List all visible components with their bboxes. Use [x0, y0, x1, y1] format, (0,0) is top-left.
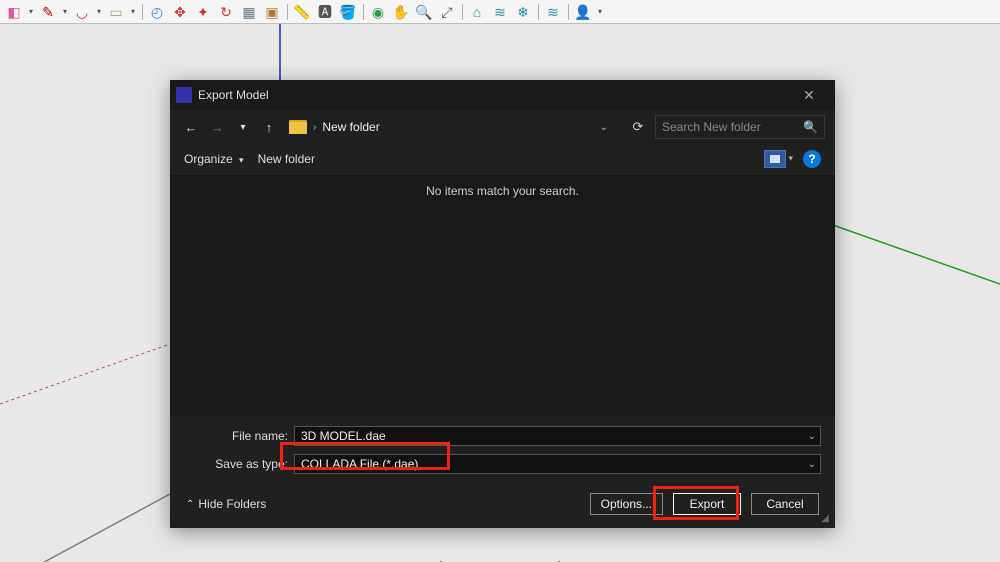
arc-icon[interactable]: ◡: [71, 1, 93, 23]
hand-icon[interactable]: ✋: [390, 1, 412, 23]
search-input[interactable]: Search New folder 🔍: [655, 115, 825, 139]
orbit-icon[interactable]: ◴: [146, 1, 168, 23]
sketchup-toolbar: ◧▾ ✎▾ ◡▾ ▭▾ ◴ ✥ ✦ ↻ ▦ ▣ 📏 🅰 🪣 ◉ ✋ 🔍 ⤢ ⌂ …: [0, 0, 1000, 24]
zoom-icon[interactable]: 🔍: [413, 1, 435, 23]
paint-icon[interactable]: 🪣: [337, 1, 359, 23]
chevron-down-icon[interactable]: ⌄: [808, 431, 816, 442]
saveas-type-select[interactable]: COLLADA File (*.dae) ⌄: [294, 454, 821, 474]
organize-button[interactable]: Organize ▾: [184, 152, 244, 166]
new-folder-button[interactable]: New folder: [258, 152, 315, 166]
view-mode-button[interactable]: ▾: [764, 150, 793, 168]
file-list-area: No items match your search.: [170, 174, 835, 416]
cancel-button[interactable]: Cancel: [751, 493, 819, 515]
path-breadcrumb[interactable]: › New folder ⌄: [284, 115, 621, 139]
dialog-title: Export Model: [198, 88, 269, 102]
refresh-button[interactable]: ⟳: [625, 119, 651, 135]
components-icon[interactable]: ❄: [512, 1, 534, 23]
options-button[interactable]: Options...: [590, 493, 663, 515]
toolbar-dropdown[interactable]: ▾: [26, 1, 36, 22]
rotate-icon[interactable]: ↻: [215, 1, 237, 23]
zoom-extents-icon[interactable]: ⤢: [436, 1, 458, 23]
breadcrumb-separator: ›: [313, 122, 316, 133]
search-icon: 🔍: [803, 120, 818, 134]
nav-up-button[interactable]: ↑: [258, 116, 280, 138]
offset-icon[interactable]: ▣: [261, 1, 283, 23]
filename-label: File name:: [184, 429, 294, 443]
move-icon[interactable]: ✦: [192, 1, 214, 23]
pan-icon[interactable]: ✥: [169, 1, 191, 23]
tape-icon[interactable]: 📏: [291, 1, 313, 23]
chevron-down-icon[interactable]: ⌄: [808, 459, 816, 470]
view-thumbnail-icon: [764, 150, 786, 168]
pencil-icon[interactable]: ✎: [37, 1, 59, 23]
help-button[interactable]: ?: [803, 150, 821, 168]
resize-grip[interactable]: ◢: [821, 513, 829, 524]
scale-icon[interactable]: ▦: [238, 1, 260, 23]
empty-state-message: No items match your search.: [426, 184, 579, 416]
toolbar-row: Organize ▾ New folder ▾ ?: [170, 144, 835, 174]
export-model-dialog: Export Model ✕ ← → ▾ ↑ › New folder ⌄ ⟳ …: [170, 80, 835, 528]
toolbar-dropdown[interactable]: ▾: [128, 1, 138, 22]
chevron-down-icon: ▾: [239, 155, 244, 165]
breadcrumb-folder[interactable]: New folder: [322, 120, 379, 134]
text-icon[interactable]: 🅰: [314, 1, 336, 23]
dialog-titlebar: Export Model ✕: [170, 80, 835, 110]
nav-row: ← → ▾ ↑ › New folder ⌄ ⟳ Search New fold…: [170, 110, 835, 144]
nav-back-button[interactable]: ←: [180, 116, 202, 138]
export-button[interactable]: Export: [673, 493, 741, 515]
app-icon: [176, 87, 192, 103]
filename-input[interactable]: 3D MODEL.dae ⌄: [294, 426, 821, 446]
dialog-footer: ⌃ Hide Folders Options... Export Cancel …: [170, 480, 835, 528]
close-button[interactable]: ✕: [789, 87, 829, 104]
path-dropdown[interactable]: ⌄: [592, 122, 616, 133]
nav-forward-button[interactable]: →: [206, 116, 228, 138]
toolbar-dropdown[interactable]: ▾: [94, 1, 104, 22]
rect-icon[interactable]: ▭: [105, 1, 127, 23]
saveas-label: Save as type:: [184, 457, 294, 471]
hide-folders-toggle[interactable]: ⌃ Hide Folders: [186, 497, 266, 511]
nav-history-dropdown[interactable]: ▾: [232, 116, 254, 138]
eraser-icon[interactable]: ◧: [3, 1, 25, 23]
chevron-up-icon: ⌃: [186, 499, 194, 510]
folder-icon: [289, 120, 307, 134]
form-area: File name: 3D MODEL.dae ⌄ Save as type: …: [170, 416, 835, 480]
layers-icon[interactable]: ≋: [489, 1, 511, 23]
orbit2-icon[interactable]: ◉: [367, 1, 389, 23]
warehouse-icon[interactable]: ⌂: [466, 1, 488, 23]
toolbar-dropdown[interactable]: ▾: [60, 1, 70, 22]
search-placeholder: Search New folder: [662, 120, 761, 134]
chevron-down-icon: ▾: [788, 153, 793, 164]
user-icon[interactable]: 👤: [572, 1, 594, 23]
styles-icon[interactable]: ≋: [542, 1, 564, 23]
toolbar-dropdown[interactable]: ▾: [595, 1, 605, 22]
